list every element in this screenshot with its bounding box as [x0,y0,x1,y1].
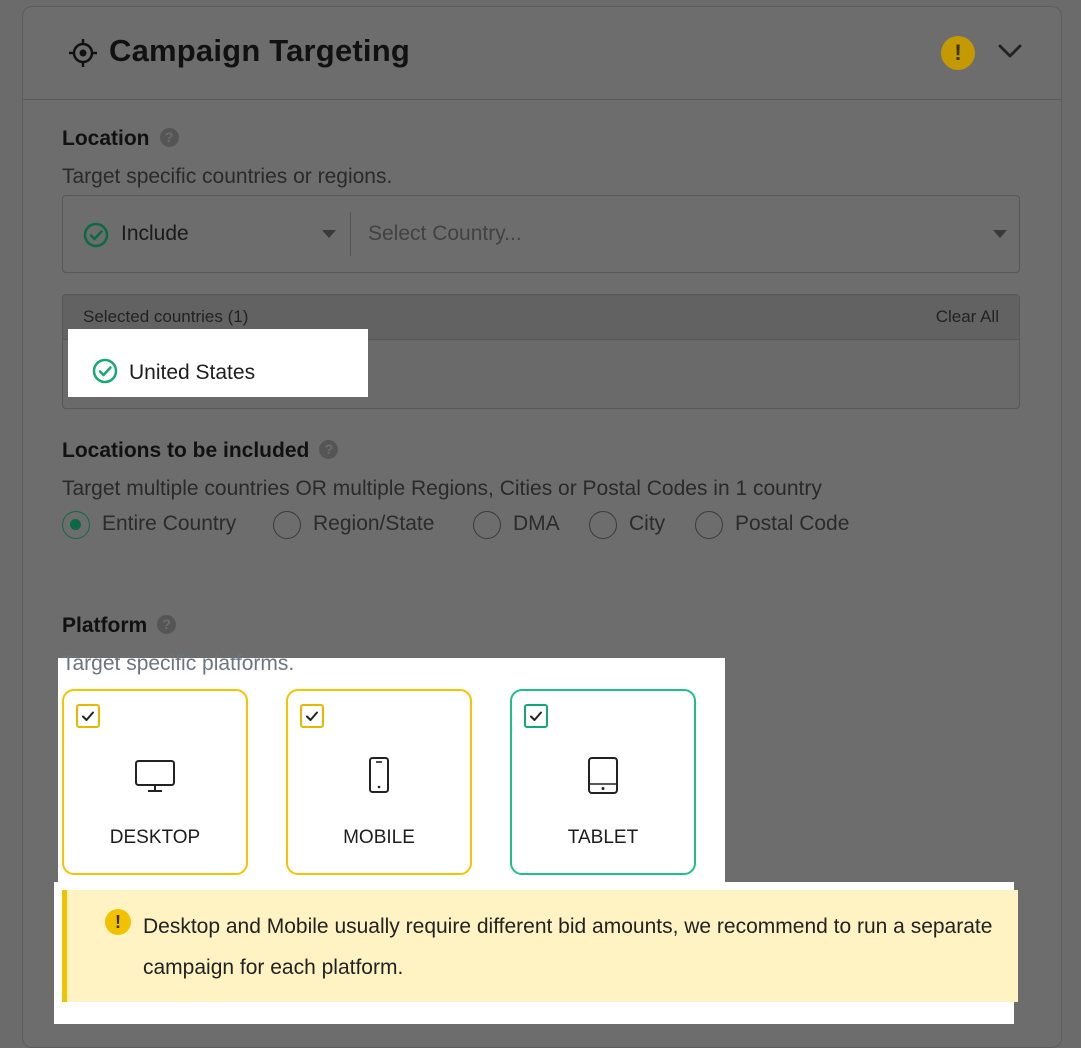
platform-tablet-card[interactable]: TABLET [510,689,696,875]
platform-warning-banner: ! Desktop and Mobile usually require dif… [62,890,1018,1002]
checkmark-icon [306,711,318,721]
clear-all-button[interactable]: Clear All [936,307,999,327]
radio-label: Postal Code [735,512,850,535]
include-dropdown[interactable]: Include [63,196,350,272]
include-label: Include [121,222,189,245]
chevron-down-icon[interactable] [997,41,1023,61]
caret-down-icon [322,230,336,238]
radio-indicator [589,511,617,539]
warning-icon: ! [941,36,975,70]
help-icon[interactable]: ? [159,127,179,147]
platform-desktop-card[interactable]: DESKTOP [62,689,248,875]
locations-included-label-text: Locations to be included [62,439,310,462]
caret-down-icon [993,230,1007,238]
help-icon[interactable]: ? [319,439,339,459]
radio-label: Entire Country [102,512,237,535]
help-icon[interactable]: ? [157,614,177,634]
selected-countries-title: Selected countries (1) [83,307,249,326]
platform-label-tablet: TABLET [567,827,639,848]
locations-included-label: Locations to be included? [62,439,339,463]
warning-icon: ! [105,909,131,935]
platform-checkbox[interactable] [300,704,324,728]
platform-label-mobile: MOBILE [343,827,415,848]
country-select[interactable]: Select Country... [351,196,1017,272]
platform-mobile-card[interactable]: MOBILE [286,689,472,875]
platform-label-text: Platform [62,614,148,637]
card-header[interactable]: Campaign Targeting ! [23,7,1061,100]
check-circle-icon [83,222,109,248]
radio-indicator [473,511,501,539]
platform-label-desktop: DESKTOP [109,827,201,848]
platform-description: Target specific platforms. [62,652,295,675]
crosshair-icon [69,39,97,67]
location-description: Target specific countries or regions. [62,165,393,188]
radio-label: Region/State [313,512,435,535]
tablet-icon [588,757,618,794]
location-label-text: Location [62,127,150,150]
checkmark-icon [530,711,542,721]
location-label: Location? [62,127,179,151]
platform-panel: Target specific platforms. DESKTOP MOBIL… [58,652,725,882]
locations-included-description: Target multiple countries OR multiple Re… [62,477,822,500]
platform-warning-text: Desktop and Mobile usually require diffe… [143,915,993,979]
platform-checkbox[interactable] [76,704,100,728]
radio-label: City [629,512,666,535]
mobile-icon [369,757,389,793]
radio-label: DMA [513,512,560,535]
desktop-icon [135,760,175,792]
selected-country-label: United States [129,361,256,384]
card-title: Campaign Targeting [109,33,410,68]
radio-indicator [273,511,301,539]
platform-checkbox[interactable] [524,704,548,728]
selected-country-chip[interactable]: United States [68,329,368,397]
check-circle-icon [92,358,118,384]
radio-selected-indicator [62,511,90,539]
location-selector: Include Select Country... [62,195,1020,273]
platform-label: Platform? [62,614,177,638]
radio-indicator [695,511,723,539]
country-select-placeholder: Select Country... [368,222,522,245]
checkmark-icon [82,711,94,721]
